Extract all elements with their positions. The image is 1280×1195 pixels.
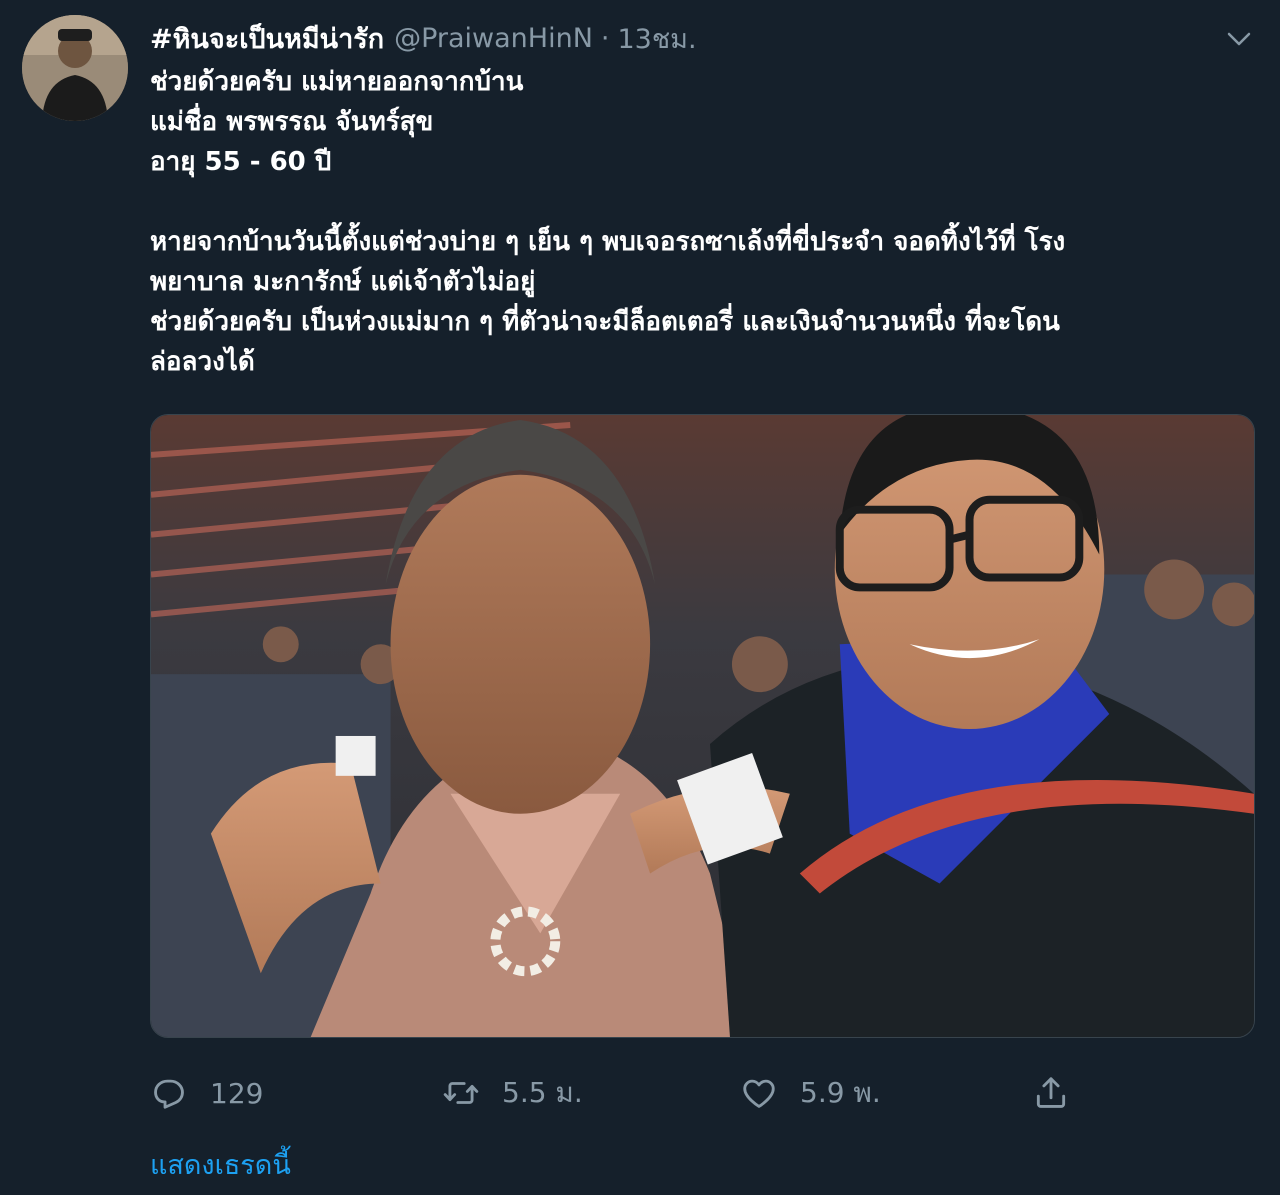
user-avatar[interactable] — [22, 15, 128, 121]
like-count: 5.9 พ. — [800, 1076, 881, 1109]
share-icon — [1036, 1077, 1066, 1108]
tweet[interactable]: #หินจะเป็นหมีน่ารัก @PraiwanHinN · 13ชม.… — [0, 0, 1280, 1195]
chevron-down-icon — [1227, 32, 1251, 46]
like-button[interactable]: 5.9 พ. — [740, 1070, 881, 1116]
retweet-icon — [443, 1082, 479, 1104]
tweet-timestamp[interactable]: 13ชม. — [618, 17, 697, 60]
tweet-text-line: ช่วยด้วยครับ แม่หายออกจากบ้าน — [150, 67, 524, 97]
avatar-image — [22, 15, 128, 121]
retweet-button[interactable]: 5.5 ม. — [442, 1070, 583, 1116]
tweet-text: ช่วยด้วยครับ แม่หายออกจากบ้าน แม่ชื่อ พร… — [150, 62, 1250, 382]
tweet-text-line: หายจากบ้านวันนี้ตั้งแต่ช่วงบ่าย ๆ เย็น ๆ… — [150, 227, 1066, 257]
user-handle[interactable]: @PraiwanHinN — [394, 23, 593, 54]
heart-icon — [743, 1079, 775, 1108]
tweet-text-line: แม่ชื่อ พรพรรณ จันทร์สุข — [150, 107, 434, 137]
tweet-menu-button[interactable] — [1222, 22, 1256, 56]
tweet-text-line: อายุ 55 - 60 ปี — [150, 147, 332, 177]
display-name[interactable]: #หินจะเป็นหมีน่ารัก — [150, 17, 384, 60]
tweet-header: #หินจะเป็นหมีน่ารัก @PraiwanHinN · 13ชม. — [150, 18, 697, 58]
show-thread-link[interactable]: แสดงเธรดนี้ — [150, 1146, 291, 1186]
reply-button[interactable]: 129 — [150, 1070, 263, 1116]
tweet-text-line: ล่อลวงได้ — [150, 347, 255, 377]
tweet-text-line: ช่วยด้วยครับ เป็นห่วงแม่มาก ๆ ที่ตัวน่าจ… — [150, 307, 1060, 337]
photo-image — [151, 415, 1254, 1037]
retweet-count: 5.5 ม. — [502, 1076, 583, 1109]
tweet-actions: 129 5.5 ม. 5.9 พ. — [150, 1070, 1250, 1116]
separator-dot: · — [600, 22, 610, 54]
reply-icon — [154, 1079, 184, 1109]
share-button[interactable] — [1032, 1070, 1070, 1116]
reply-count: 129 — [210, 1076, 264, 1110]
tweet-text-line: พยาบาล มะการักษ์ แต่เจ้าตัวไม่อยู่ — [150, 267, 536, 297]
tweet-photo[interactable] — [150, 414, 1255, 1038]
